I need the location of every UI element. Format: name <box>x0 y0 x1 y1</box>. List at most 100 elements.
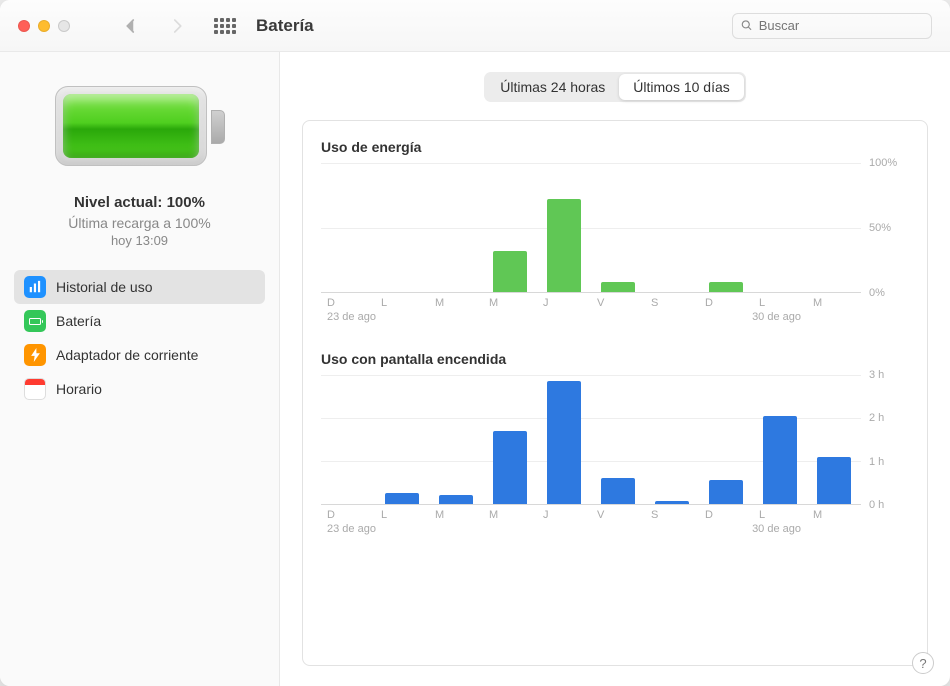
x-tick: D <box>321 297 375 309</box>
main-panel: Últimas 24 horas Últimos 10 días Uso de … <box>280 52 950 686</box>
energy-y-axis: 100% 50% 0% <box>861 163 909 293</box>
bar-slot <box>429 375 483 504</box>
sidebar-list: Historial de uso Batería Adaptador de co… <box>0 270 279 406</box>
x-tick: L <box>375 509 429 521</box>
show-all-icon[interactable] <box>214 18 236 34</box>
bar-slot <box>645 375 699 504</box>
x-tick: J <box>537 509 591 521</box>
segment-10d[interactable]: Últimos 10 días <box>619 74 743 100</box>
bar <box>493 251 526 292</box>
x-tick: S <box>645 297 699 309</box>
bar <box>547 199 580 292</box>
x-tick: V <box>591 297 645 309</box>
x-tick: M <box>483 297 537 309</box>
bar-slot <box>807 375 861 504</box>
x-start-label: 23 de ago <box>321 311 376 323</box>
sidebar-item-schedule[interactable]: Horario <box>14 372 265 406</box>
bar <box>601 478 634 504</box>
screen-plot-area <box>321 375 861 505</box>
sidebar: Nivel actual: 100% Última recarga a 100%… <box>0 52 280 686</box>
x-tick: M <box>483 509 537 521</box>
zoom-icon <box>58 20 70 32</box>
x-tick: M <box>807 297 861 309</box>
x-tick: L <box>753 509 807 521</box>
sidebar-item-power-adapter[interactable]: Adaptador de corriente <box>14 338 265 372</box>
sidebar-item-label: Batería <box>56 313 101 329</box>
bar-slot <box>699 375 753 504</box>
search-field[interactable] <box>732 13 932 39</box>
bar-slot <box>321 375 375 504</box>
x-tick: L <box>753 297 807 309</box>
chart-title: Uso con pantalla encendida <box>321 351 909 367</box>
bar <box>385 493 418 504</box>
schedule-icon <box>24 378 46 400</box>
sidebar-item-label: Historial de uso <box>56 279 153 295</box>
bar-slot <box>699 163 753 292</box>
bar <box>493 431 526 504</box>
bar-slot <box>753 163 807 292</box>
bar-slot <box>483 375 537 504</box>
content: Nivel actual: 100% Última recarga a 100%… <box>0 52 950 686</box>
nav-arrows <box>122 17 186 35</box>
chart-container: Uso de energía 100% 50% 0% <box>302 120 928 666</box>
sidebar-item-usage-history[interactable]: Historial de uso <box>14 270 265 304</box>
close-icon[interactable] <box>18 20 30 32</box>
bar-slot <box>807 163 861 292</box>
x-tick: M <box>429 297 483 309</box>
bar-slot <box>537 163 591 292</box>
bar-slot <box>321 163 375 292</box>
usage-history-icon <box>24 276 46 298</box>
x-tick: D <box>699 297 753 309</box>
titlebar: Batería <box>0 0 950 52</box>
battery-last-charge-label: Última recarga a 100% <box>68 215 210 231</box>
x-end-label: 30 de ago <box>746 311 801 323</box>
battery-last-charge-time: hoy 13:09 <box>68 233 210 248</box>
x-end-label: 30 de ago <box>746 523 801 535</box>
bar-slot <box>645 163 699 292</box>
bar-slot <box>429 163 483 292</box>
sidebar-item-label: Horario <box>56 381 102 397</box>
bar-slot <box>483 163 537 292</box>
search-icon <box>741 19 753 32</box>
energy-usage-chart: Uso de energía 100% 50% 0% <box>321 139 909 323</box>
chart-title: Uso de energía <box>321 139 909 155</box>
energy-plot-area <box>321 163 861 293</box>
battery-level-label: Nivel actual: 100% <box>68 194 210 211</box>
bar-slot <box>375 163 429 292</box>
x-tick: J <box>537 297 591 309</box>
x-tick: L <box>375 297 429 309</box>
bar <box>547 381 580 504</box>
bar <box>817 457 850 504</box>
time-range-segmented[interactable]: Últimas 24 horas Últimos 10 días <box>484 72 746 102</box>
power-adapter-icon <box>24 344 46 366</box>
x-tick: D <box>699 509 753 521</box>
window-title: Batería <box>256 16 314 36</box>
bar-slot <box>753 375 807 504</box>
bar <box>601 282 634 292</box>
sidebar-item-battery[interactable]: Batería <box>14 304 265 338</box>
sidebar-item-label: Adaptador de corriente <box>56 347 198 363</box>
battery-preferences-window: Batería Nivel actual: 100% Última recarg… <box>0 0 950 686</box>
back-icon[interactable] <box>122 17 140 35</box>
energy-x-axis: DLMMJVSDLM <box>321 297 909 309</box>
x-tick: V <box>591 509 645 521</box>
screen-x-axis: DLMMJVSDLM <box>321 509 909 521</box>
forward-icon[interactable] <box>168 17 186 35</box>
bar <box>439 495 472 504</box>
battery-icon <box>24 310 46 332</box>
bar <box>709 480 742 504</box>
bar <box>655 501 688 504</box>
screen-on-chart: Uso con pantalla encendida 3 h 2 h 1 h <box>321 351 909 535</box>
x-start-label: 23 de ago <box>321 523 376 535</box>
window-controls <box>18 20 70 32</box>
bar-slot <box>375 375 429 504</box>
segment-24h[interactable]: Últimas 24 horas <box>486 74 619 100</box>
screen-y-axis: 3 h 2 h 1 h 0 h <box>861 375 909 505</box>
search-input[interactable] <box>759 18 923 33</box>
bar-slot <box>591 163 645 292</box>
battery-status: Nivel actual: 100% Última recarga a 100%… <box>68 194 210 248</box>
bar <box>709 282 742 292</box>
help-button[interactable]: ? <box>912 652 934 674</box>
minimize-icon[interactable] <box>38 20 50 32</box>
bar-slot <box>537 375 591 504</box>
